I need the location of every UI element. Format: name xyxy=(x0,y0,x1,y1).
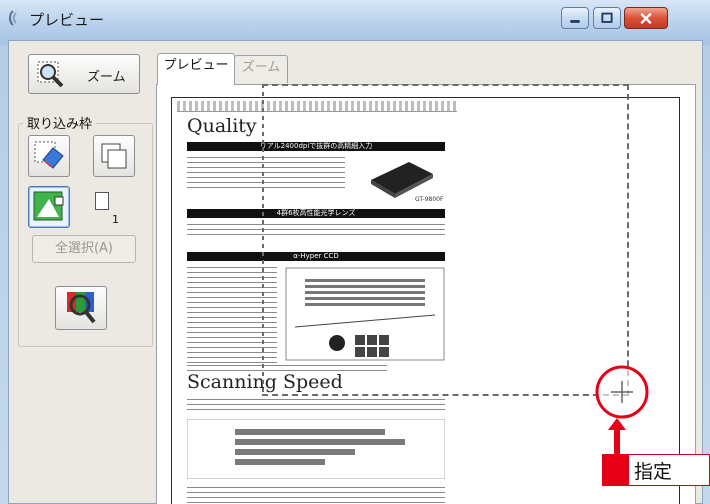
tab-zoom[interactable]: ズーム xyxy=(234,55,288,83)
auto-frame-button[interactable] xyxy=(28,186,70,228)
minimize-icon xyxy=(570,20,580,23)
copy-frame-button[interactable] xyxy=(93,135,135,177)
close-button[interactable] xyxy=(624,7,668,29)
speed-bar-chart xyxy=(187,419,445,479)
color-correction-button[interactable] xyxy=(55,286,107,330)
preview-window: プレビュー ズーム 取り込み枠 1 全選択(A) プレビュー ズーム Quali… xyxy=(0,0,710,504)
app-icon xyxy=(9,10,17,26)
zoom-icon xyxy=(37,61,64,88)
marquee-count: 1 xyxy=(112,213,119,226)
maximize-icon xyxy=(601,12,613,23)
doc-paragraph-4 xyxy=(187,397,445,411)
color-magnifier-icon xyxy=(67,292,96,324)
callout-arrow-icon xyxy=(608,418,626,456)
selection-marquee[interactable] xyxy=(262,84,629,396)
frame-group-label: 取り込み枠 xyxy=(23,113,97,132)
maximize-button[interactable] xyxy=(593,7,621,29)
title-bar: プレビュー xyxy=(0,0,710,40)
eraser-icon xyxy=(34,141,64,169)
select-all-button[interactable]: 全選択(A) xyxy=(32,235,136,263)
doc-heading-quality: Quality xyxy=(187,115,257,137)
tab-preview[interactable]: プレビュー xyxy=(157,53,235,85)
minimize-button[interactable] xyxy=(561,7,589,29)
zoom-button[interactable]: ズーム xyxy=(28,54,140,94)
marquee-count-box xyxy=(95,192,109,210)
auto-frame-icon xyxy=(33,191,64,221)
selection-marquee-edge xyxy=(262,84,264,396)
marquee-corner-handle[interactable] xyxy=(593,363,651,421)
callout-label: 指定 xyxy=(634,461,673,483)
doc-footnote xyxy=(187,485,445,504)
callout-marker xyxy=(602,454,629,486)
delete-frame-button[interactable] xyxy=(28,135,70,177)
copy-frame-icon xyxy=(101,143,127,169)
zoom-button-label: ズーム xyxy=(87,70,126,85)
close-icon xyxy=(640,12,652,25)
window-title: プレビュー xyxy=(29,11,105,29)
